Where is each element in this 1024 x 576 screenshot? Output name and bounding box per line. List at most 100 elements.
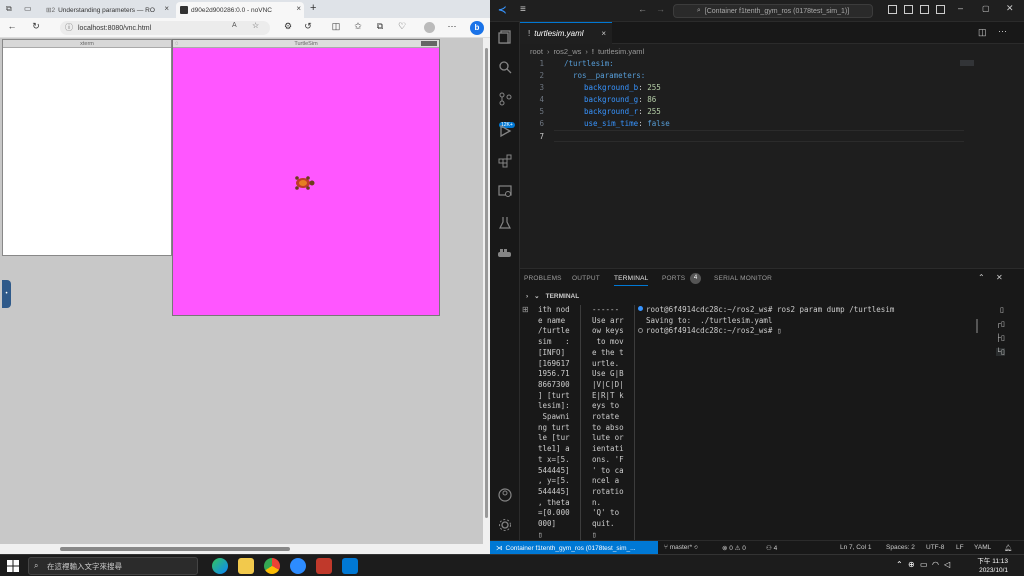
tab-understanding-parameters[interactable]: ⊞2 Understanding parameters — RO × — [42, 2, 172, 18]
vscode-taskbar-icon[interactable] — [342, 558, 358, 574]
encoding[interactable]: UTF-8 — [926, 544, 944, 551]
extensions-icon[interactable] — [490, 146, 520, 176]
tab-novnc[interactable]: d90e2d900286:0.0 - noVNC × — [176, 2, 304, 18]
breadcrumb-root[interactable]: root — [530, 47, 543, 56]
code-editor[interactable]: 1/turtlesim: 2 ros__parameters: 3 backgro… — [520, 58, 1024, 268]
terminal-section-header[interactable]: › ⌄ TERMINAL — [520, 289, 1024, 303]
terminal-instance-icon[interactable]: ▯ — [1000, 306, 1004, 314]
problems-status[interactable]: ⊗ 0 ⚠ 0 — [722, 544, 746, 552]
refresh-icon[interactable]: ↻ — [30, 21, 42, 32]
back-icon[interactable]: ← — [6, 21, 18, 31]
explorer-icon[interactable] — [490, 22, 520, 52]
workspaces-icon[interactable]: ⧉ — [6, 4, 12, 14]
collections-icon[interactable]: ⧉ — [374, 21, 386, 32]
remote-indicator[interactable]: ⋊ Container f1tenth_gym_ros (0178test_si… — [490, 541, 658, 555]
terminal-pane-main[interactable]: root@6f4914cdc28c:~/ros2_ws# ros2 param … — [638, 305, 978, 541]
notifications-bell-icon[interactable]: 🔔︎ — [1004, 544, 1012, 552]
minimize-icon[interactable]: – — [958, 3, 963, 13]
xterm-window[interactable]: xterm — [2, 39, 172, 256]
editor-more-icon[interactable]: ⋯ — [998, 26, 1007, 37]
branch-item[interactable]: ⑂ master* ⟲ — [664, 544, 698, 551]
tab-problems[interactable]: PROBLEMS — [524, 275, 562, 282]
vnc-viewport[interactable]: xterm ◌ TurtleSim • — [0, 38, 483, 544]
wifi-icon[interactable]: ◠ — [932, 560, 939, 569]
horizontal-scrollbar[interactable] — [0, 544, 483, 554]
show-hidden-icons-icon[interactable]: ⌃ — [896, 560, 903, 569]
breadcrumb-ros2-ws[interactable]: ros2_ws — [553, 47, 581, 56]
language-mode[interactable]: YAML — [974, 544, 991, 551]
manage-gear-icon[interactable] — [490, 510, 520, 540]
close-icon[interactable]: × — [601, 29, 606, 38]
maximize-panel-icon[interactable]: ⌃ — [978, 273, 985, 282]
indentation[interactable]: Spaces: 2 — [886, 544, 915, 551]
display-icon[interactable]: ▭ — [920, 560, 928, 569]
vertical-scrollbar[interactable] — [483, 38, 490, 554]
taskbar-search[interactable]: ⌕ 在這裡輸入文字來搜尋 — [28, 557, 198, 575]
maximize-icon[interactable]: ▢ — [982, 4, 990, 13]
refresh-extension-icon[interactable]: ↺ — [302, 21, 314, 32]
docker-icon[interactable] — [490, 238, 520, 268]
network-icon[interactable]: ⊕ — [908, 560, 915, 569]
nav-back-icon[interactable]: ← — [638, 4, 647, 14]
split-screen-icon[interactable]: ◫ — [330, 21, 342, 32]
extension-icon[interactable]: ⚙ — [282, 21, 294, 32]
tab-serial-monitor[interactable]: SERIAL MONITOR — [714, 275, 772, 282]
turtlesim-titlebar[interactable]: ◌ TurtleSim — [173, 40, 439, 48]
file-explorer-icon[interactable] — [238, 558, 254, 574]
breadcrumb-file[interactable]: turtlesim.yaml — [598, 47, 644, 56]
search-icon[interactable] — [490, 52, 520, 82]
profile-avatar[interactable] — [424, 22, 435, 33]
terminal-instance-icon[interactable]: ├▯ — [996, 334, 1005, 342]
system-clock[interactable]: 下午 11:13 2023/10/1 — [977, 557, 1008, 575]
ports-status[interactable]: ⚇ 4 — [766, 544, 777, 552]
new-tab-icon[interactable]: + — [310, 2, 316, 14]
xterm-titlebar[interactable]: xterm — [3, 40, 171, 48]
url-field[interactable]: ⓘ localhost:8080/vnc.html A ☆ — [60, 21, 270, 35]
terminal-instance-icon[interactable]: ┌▯ — [996, 320, 1005, 328]
close-icon[interactable]: × — [296, 4, 301, 13]
terminal-scrollbar[interactable] — [976, 319, 978, 333]
minimap[interactable] — [960, 60, 974, 66]
close-panel-icon[interactable]: ✕ — [996, 273, 1003, 282]
tab-actions-icon[interactable]: ▭ — [24, 4, 32, 13]
window-controls[interactable] — [421, 41, 437, 46]
end-of-line[interactable]: LF — [956, 544, 964, 551]
more-menu-icon[interactable]: ⋯ — [446, 21, 458, 32]
tab-terminal[interactable]: TERMINAL — [614, 275, 649, 286]
terminal-pane-1[interactable]: ith nod e name /turtle sim : [INFO] [169… — [538, 305, 570, 540]
favorites-icon[interactable]: ✩ — [352, 21, 364, 32]
remote-explorer-icon[interactable] — [490, 176, 520, 206]
accounts-icon[interactable] — [490, 480, 520, 510]
command-center[interactable]: ⌕ [Container f1tenth_gym_ros (0178test_s… — [673, 4, 873, 18]
tab-output[interactable]: OUTPUT — [572, 275, 600, 282]
read-aloud-icon[interactable]: A — [232, 22, 237, 29]
editor-tab-turtlesim-yaml[interactable]: ! turtlesim.yaml × — [520, 22, 612, 44]
toggle-sidebar-icon[interactable] — [888, 5, 897, 14]
volume-icon[interactable]: ◁ — [944, 560, 950, 569]
split-editor-icon[interactable]: ◫ — [978, 27, 987, 38]
turtlesim-window[interactable]: ◌ TurtleSim — [172, 39, 440, 316]
app-icon[interactable] — [290, 558, 306, 574]
menu-icon[interactable]: ≡ — [520, 4, 526, 15]
edge-browser-icon[interactable] — [212, 558, 228, 574]
close-icon[interactable]: × — [164, 4, 169, 13]
source-control-icon[interactable] — [490, 84, 520, 114]
customize-layout-icon[interactable] — [936, 5, 945, 14]
toggle-panel-icon[interactable] — [904, 5, 913, 14]
mcafee-icon[interactable] — [316, 558, 332, 574]
run-debug-icon[interactable] — [490, 116, 520, 146]
favorite-star-icon[interactable]: ☆ — [252, 21, 259, 30]
terminal-pane-2[interactable]: ------ Use arr ow keys to mov e the t ur… — [592, 305, 624, 540]
nav-forward-icon[interactable]: → — [656, 4, 665, 14]
novnc-sidebar-handle[interactable]: • — [2, 280, 11, 308]
toggle-secondary-sidebar-icon[interactable] — [920, 5, 929, 14]
testing-icon[interactable] — [490, 208, 520, 238]
browser-essentials-icon[interactable]: ♡ — [396, 21, 408, 32]
tab-ports[interactable]: PORTS — [662, 275, 685, 282]
cursor-position[interactable]: Ln 7, Col 1 — [840, 544, 871, 551]
terminal-instance-icon-active[interactable]: └▯ — [996, 348, 1005, 356]
copilot-icon[interactable]: b — [470, 21, 484, 35]
split-pane-icon[interactable]: ⊞ — [522, 305, 529, 314]
chrome-icon[interactable] — [264, 558, 280, 574]
windows-start-icon[interactable] — [7, 560, 19, 572]
